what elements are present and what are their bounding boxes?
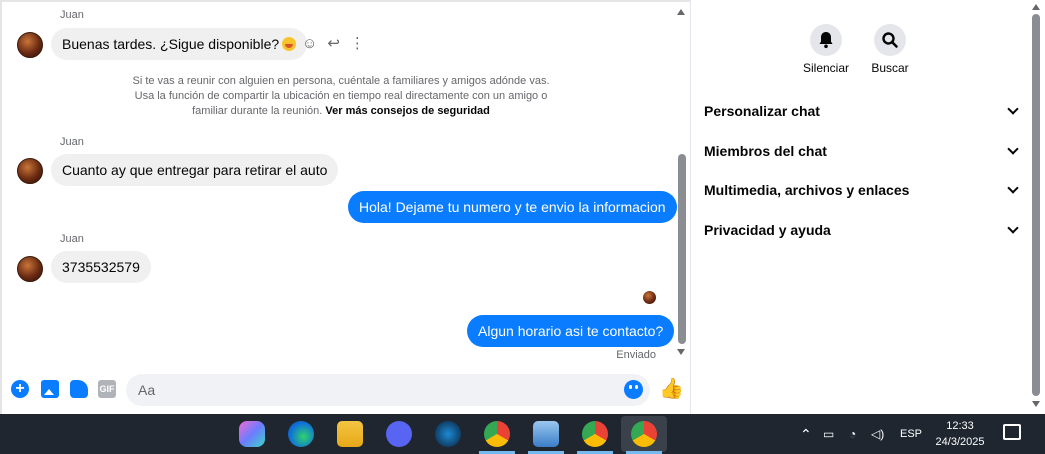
message-input[interactable] <box>126 374 650 406</box>
chevron-down-icon <box>1007 143 1019 155</box>
system-clock[interactable]: 12:33 24/3/2025 <box>928 418 992 450</box>
sticker-icon[interactable] <box>70 380 88 398</box>
message-status: Enviado <box>616 349 656 361</box>
chevron-up-icon[interactable]: ⌃ <box>800 414 812 454</box>
search-icon <box>882 32 898 48</box>
language-indicator[interactable]: ESP <box>900 414 922 454</box>
chat-scrollbar-thumb[interactable] <box>678 154 686 344</box>
notifications-icon[interactable] <box>1003 424 1021 440</box>
gallery-icon[interactable] <box>41 380 59 398</box>
sender-name: Juan <box>60 136 84 148</box>
safety-tips-link[interactable]: Ver más consejos de seguridad <box>325 105 489 117</box>
bell-icon <box>819 32 833 49</box>
safety-notice: Si te vas a reunir con alguien en person… <box>132 75 550 117</box>
more-options-icon[interactable]: ⋮ <box>350 34 365 52</box>
scroll-down-arrow-icon[interactable] <box>677 349 685 355</box>
taskbar: ⌃ ▭ ◔ ◁) ESP 12:33 24/3/2025 <box>0 414 1045 454</box>
message-bubble-outgoing[interactable]: Algun horario asi te contacto? <box>467 315 675 347</box>
discord-icon[interactable] <box>386 421 412 447</box>
avatar[interactable] <box>17 256 43 282</box>
network-app-icon[interactable] <box>533 421 559 447</box>
chevron-down-icon <box>1007 103 1019 115</box>
edge-icon[interactable] <box>288 421 314 447</box>
messenger-window: Juan Buenas tardes. ¿Sigue disponible? ☺… <box>0 0 1045 414</box>
chevron-down-icon <box>1007 182 1019 194</box>
avatar[interactable] <box>17 32 43 58</box>
battery-icon[interactable]: ▭ <box>823 414 834 454</box>
sender-name: Juan <box>60 233 84 245</box>
mute-label: Silenciar <box>802 61 850 75</box>
gif-icon[interactable]: GIF <box>98 380 116 398</box>
copilot-icon[interactable] <box>239 421 265 447</box>
chat-info-panel: Silenciar Buscar Personalizar chat Miemb… <box>691 0 1045 414</box>
search-button[interactable] <box>874 24 906 56</box>
thumbs-up-icon[interactable]: 👍 <box>659 378 684 400</box>
clock-date: 24/3/2025 <box>935 436 985 448</box>
section-customize-chat[interactable]: Personalizar chat <box>704 100 1019 122</box>
reply-icon[interactable]: ↩ <box>327 34 340 52</box>
composer: + GIF 👍 <box>2 370 692 410</box>
message-bubble-incoming[interactable]: Cuanto ay que entregar para retirar el a… <box>51 154 339 186</box>
page-scroll-down-arrow-icon[interactable] <box>1032 401 1040 407</box>
section-privacy-help[interactable]: Privacidad y ayuda <box>704 219 1019 241</box>
page-scroll-up-arrow-icon[interactable] <box>1032 4 1040 10</box>
volume-icon[interactable]: ◁) <box>871 414 884 454</box>
steam-icon[interactable] <box>435 421 461 447</box>
chrome-icon[interactable] <box>484 421 510 447</box>
react-icon[interactable]: ☺ <box>302 35 317 52</box>
smiley-emoji-icon <box>282 37 297 51</box>
chevron-down-icon <box>1007 222 1019 234</box>
plus-icon[interactable]: + <box>11 380 29 398</box>
clock-time: 12:33 <box>946 420 974 432</box>
mute-button[interactable] <box>810 24 842 56</box>
section-chat-members[interactable]: Miembros del chat <box>704 140 1019 162</box>
page-scrollbar-thumb[interactable] <box>1032 14 1040 396</box>
wifi-icon[interactable]: ◔ <box>849 414 856 454</box>
message-text: Buenas tardes. ¿Sigue disponible? <box>62 36 280 52</box>
sender-name: Juan <box>60 9 84 21</box>
search-label: Buscar <box>871 61 909 75</box>
chrome-profile-icon[interactable] <box>582 421 608 447</box>
emoji-icon[interactable] <box>624 380 643 399</box>
chrome-c-icon[interactable] <box>631 421 657 447</box>
scroll-up-arrow-icon[interactable] <box>677 9 685 15</box>
chat-panel: Juan Buenas tardes. ¿Sigue disponible? ☺… <box>0 0 690 414</box>
message-bubble-outgoing[interactable]: Hola! Dejame tu numero y te envio la inf… <box>348 191 677 223</box>
message-bubble-incoming[interactable]: 3735532579 <box>51 251 151 283</box>
file-explorer-icon[interactable] <box>337 421 363 447</box>
avatar[interactable] <box>17 158 43 184</box>
message-bubble-incoming[interactable]: Buenas tardes. ¿Sigue disponible? <box>51 28 308 60</box>
section-media-files-links[interactable]: Multimedia, archivos y enlaces <box>704 179 1019 201</box>
message-actions: ☺ ↩ ⋮ <box>302 34 365 53</box>
read-receipt-avatar <box>643 291 656 304</box>
